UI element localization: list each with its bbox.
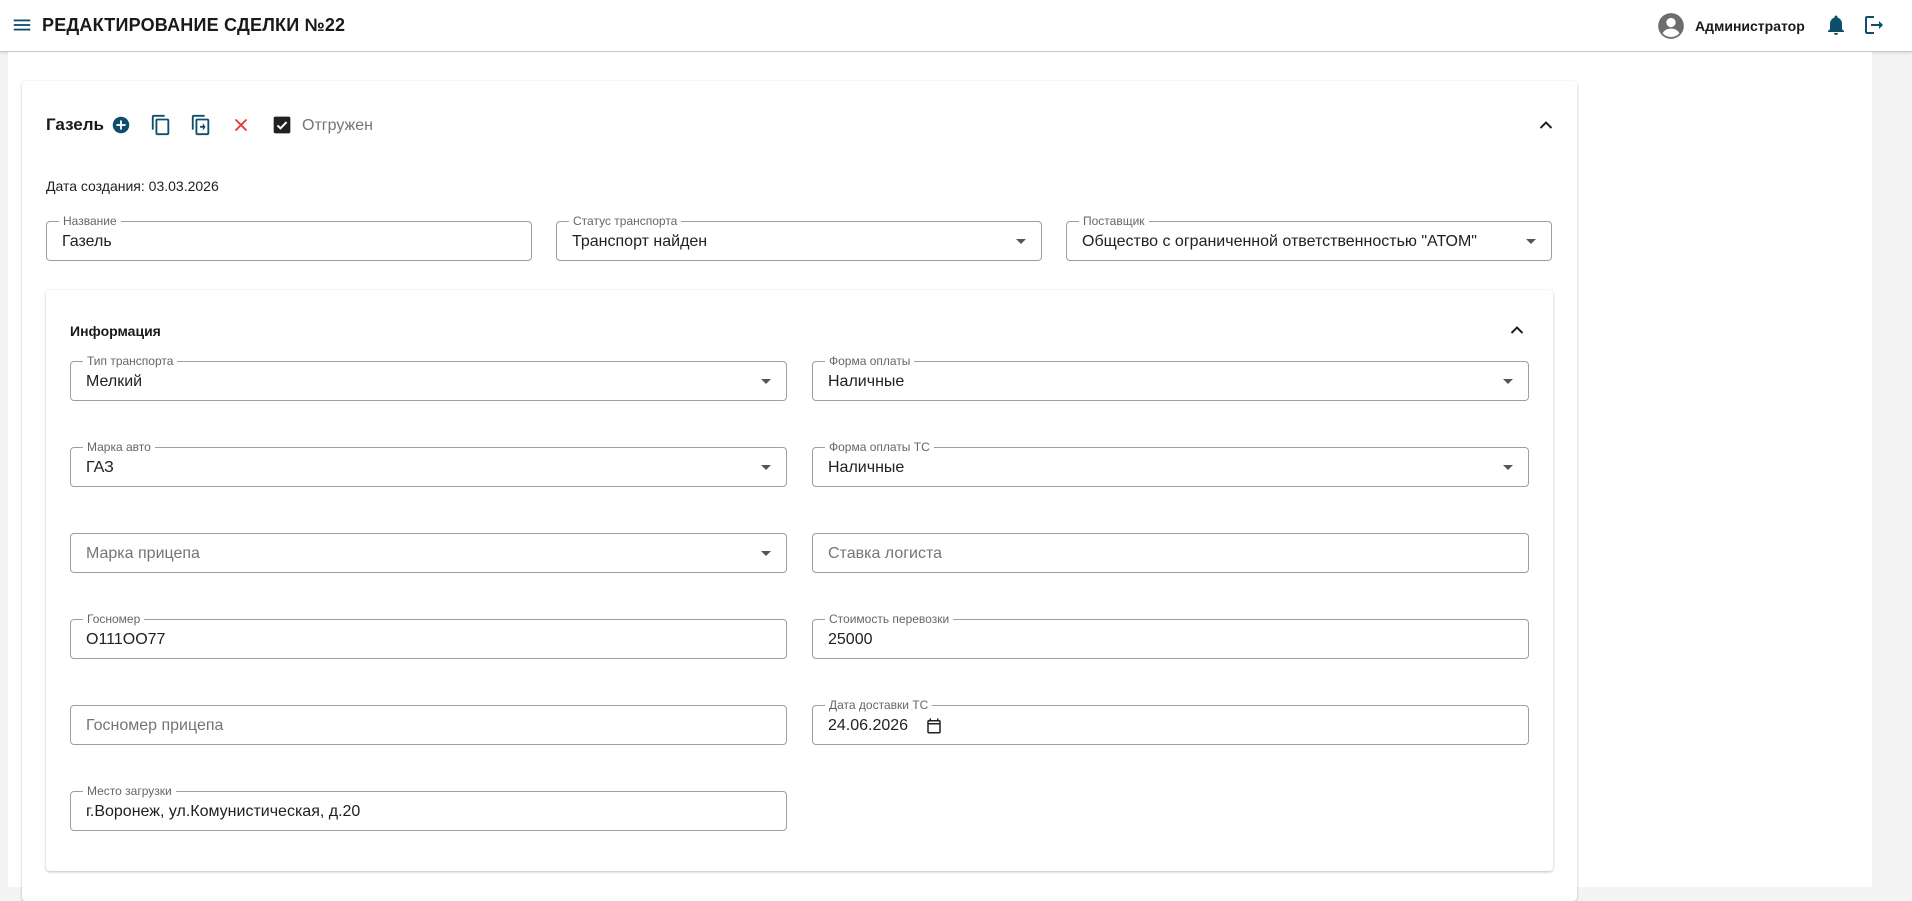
cost-label: Стоимость перевозки — [825, 612, 954, 626]
car-brand-select[interactable]: Марка авто ГАЗ — [70, 440, 787, 487]
supplier-select[interactable]: Поставщик Общество с ограниченной ответс… — [1066, 214, 1552, 261]
payment-form-ts-value[interactable]: Наличные — [828, 458, 1488, 478]
payment-form-select[interactable]: Форма оплаты Наличные — [812, 354, 1529, 401]
supplier-value[interactable]: Общество с ограниченной ответственностью… — [1082, 232, 1511, 252]
info-section: Информация Тип транспорта Мелкий Форма о… — [46, 290, 1553, 871]
logist-rate-input[interactable]: Ставка логиста — [812, 533, 1529, 573]
cost-value[interactable]: 25000 — [828, 630, 1488, 650]
user-name[interactable]: Администратор — [1695, 18, 1805, 34]
menu-icon[interactable] — [11, 14, 33, 36]
trailer-plate-placeholder[interactable]: Госномер прицепа — [86, 716, 746, 736]
payment-form-ts-label: Форма оплаты ТС — [825, 440, 934, 454]
payment-form-ts-select[interactable]: Форма оплаты ТС Наличные — [812, 440, 1529, 487]
transport-status-select[interactable]: Статус транспорта Транспорт найден — [556, 214, 1042, 261]
calendar-icon[interactable] — [925, 717, 943, 735]
plate-label: Госномер — [83, 612, 145, 626]
dropdown-arrow-icon[interactable] — [1503, 465, 1513, 470]
payment-form-label: Форма оплаты — [825, 354, 915, 368]
name-field[interactable]: Название Газель — [46, 214, 532, 261]
trailer-plate-input[interactable]: Госномер прицепа — [70, 705, 787, 745]
logout-icon[interactable] — [1862, 13, 1886, 37]
loading-place-input[interactable]: Место загрузки г.Воронеж, ул.Комунистиче… — [70, 784, 787, 831]
logist-rate-placeholder[interactable]: Ставка логиста — [828, 544, 1488, 564]
delivery-date-label: Дата доставки ТС — [825, 698, 933, 712]
copy-icon[interactable] — [150, 114, 172, 136]
page-title: РЕДАКТИРОВАНИЕ СДЕЛКИ №22 — [42, 15, 346, 35]
transport-type-label: Тип транспорта — [83, 354, 178, 368]
name-value[interactable]: Газель — [62, 232, 491, 252]
plate-value[interactable]: О111ОО77 — [86, 630, 746, 650]
transport-card: Газель Отгружен Дата создания: 03.03.202… — [22, 81, 1577, 901]
name-label: Название — [59, 214, 121, 228]
supplier-label: Поставщик — [1079, 214, 1149, 228]
dropdown-arrow-icon[interactable] — [761, 379, 771, 384]
car-brand-value[interactable]: ГАЗ — [86, 458, 746, 478]
transport-status-label: Статус транспорта — [569, 214, 682, 228]
trailer-brand-placeholder[interactable]: Марка прицепа — [86, 544, 746, 564]
duplicate-icon[interactable] — [190, 114, 212, 136]
info-title: Информация — [70, 323, 161, 339]
plate-input[interactable]: Госномер О111ОО77 — [70, 612, 787, 659]
dropdown-arrow-icon[interactable] — [1016, 239, 1026, 244]
dropdown-arrow-icon[interactable] — [1503, 379, 1513, 384]
dropdown-arrow-icon[interactable] — [761, 465, 771, 470]
shipped-label[interactable]: Отгружен — [302, 117, 373, 135]
transport-status-value[interactable]: Транспорт найден — [572, 232, 1001, 252]
chevron-up-icon[interactable] — [1534, 113, 1558, 137]
payment-form-value[interactable]: Наличные — [828, 372, 1488, 392]
bell-icon[interactable] — [1824, 13, 1848, 37]
chevron-up-icon[interactable] — [1505, 318, 1529, 342]
transport-type-value[interactable]: Мелкий — [86, 372, 746, 392]
dropdown-arrow-icon[interactable] — [1526, 239, 1536, 244]
trailer-brand-select[interactable]: Марка прицепа — [70, 533, 787, 573]
delivery-date-value[interactable]: 24.06.2026 — [828, 716, 908, 736]
loading-place-label: Место загрузки — [83, 784, 176, 798]
app-bar: РЕДАКТИРОВАНИЕ СДЕЛКИ №22 Администратор — [0, 0, 1912, 52]
date-created: Дата создания: 03.03.2026 — [46, 178, 219, 194]
dropdown-arrow-icon[interactable] — [761, 551, 771, 556]
cost-input[interactable]: Стоимость перевозки 25000 — [812, 612, 1529, 659]
car-brand-label: Марка авто — [83, 440, 155, 454]
card-title: Газель — [46, 115, 105, 134]
loading-place-value[interactable]: г.Воронеж, ул.Комунистическая, д.20 — [86, 802, 746, 822]
account-circle-icon[interactable] — [1657, 12, 1685, 40]
plus-circle-icon[interactable] — [110, 114, 132, 136]
close-icon[interactable] — [230, 114, 252, 136]
card-header: Газель Отгружен — [22, 81, 1577, 165]
shipped-checkbox[interactable] — [272, 115, 292, 135]
delivery-date-input[interactable]: Дата доставки ТС 24.06.2026 — [812, 698, 1529, 745]
transport-type-select[interactable]: Тип транспорта Мелкий — [70, 354, 787, 401]
